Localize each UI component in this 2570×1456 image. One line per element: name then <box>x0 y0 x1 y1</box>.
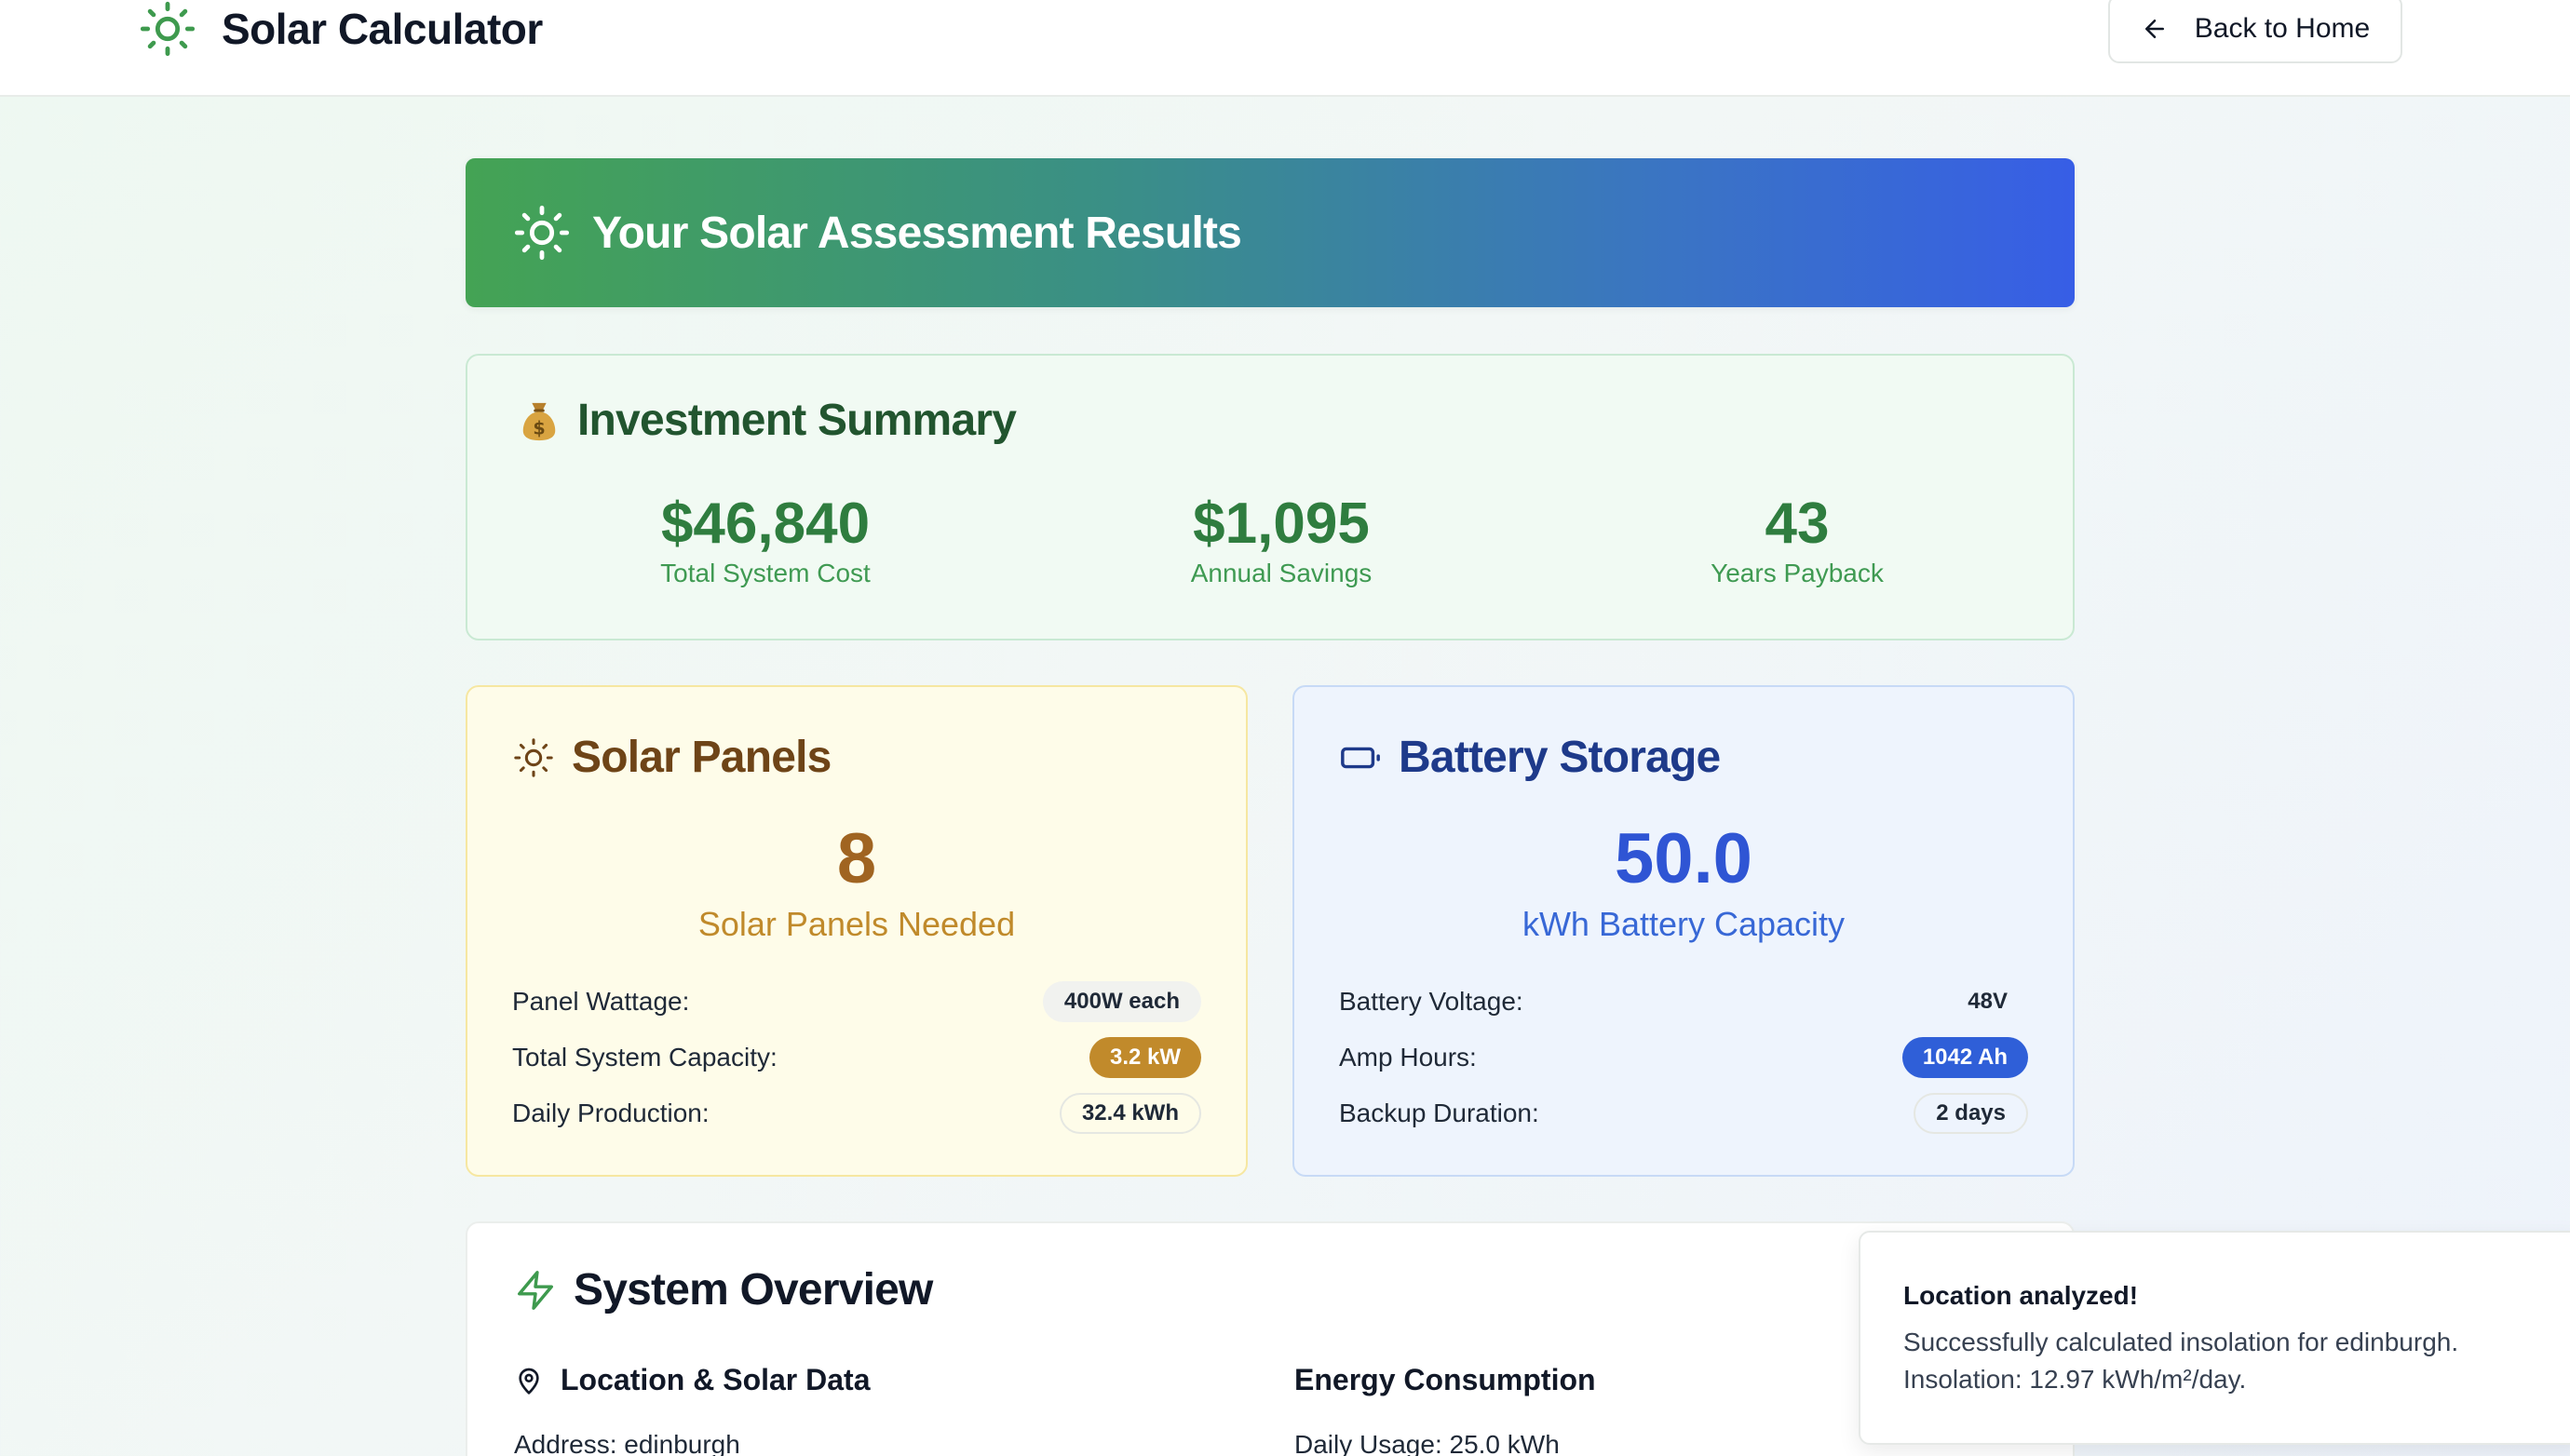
system-overview-card: System Overview Location & Solar Data Ad… <box>466 1221 2075 1456</box>
detail-label: Total System Capacity: <box>512 1043 778 1072</box>
brand[interactable]: Solar Calculator <box>138 0 543 58</box>
detail-label: Daily Production: <box>512 1099 710 1127</box>
location-heading-text: Location & Solar Data <box>561 1363 871 1396</box>
system-overview-header: System Overview <box>514 1264 933 1315</box>
map-pin-icon <box>519 1368 539 1395</box>
amp-hours-badge: 1042 Ah <box>1901 1037 2028 1078</box>
solar-details: Panel Wattage: 400W each Total System Ca… <box>512 974 1201 1141</box>
battery-storage-title: Battery Storage <box>1399 733 1721 782</box>
backup-duration-badge: 2 days <box>1914 1093 2028 1134</box>
detail-label: Battery Voltage: <box>1339 987 1523 1016</box>
stat-value: $1,095 <box>1193 492 1370 556</box>
solar-panels-header: Solar Panels <box>512 732 832 783</box>
sun-icon <box>514 205 570 261</box>
energy-section-heading: Energy Consumption <box>1294 1363 1596 1397</box>
toast-title: Location analyzed! <box>1903 1281 2139 1310</box>
panel-count: 8 <box>836 819 877 898</box>
detail-row: Backup Duration: 2 days <box>1339 1085 2028 1141</box>
daily-usage: Daily Usage: 25.0 kWh <box>1294 1430 1560 1456</box>
battery-storage-header: Battery Storage <box>1339 732 1721 783</box>
system-overview-title: System Overview <box>574 1265 933 1314</box>
toast-notification[interactable]: Location analyzed! Successfully calculat… <box>1859 1231 2570 1445</box>
detail-label: Panel Wattage: <box>512 987 690 1016</box>
stat-value: 43 <box>1765 492 1830 556</box>
money-bag-icon: $ <box>522 402 556 440</box>
stat-value: $46,840 <box>660 492 871 556</box>
battery-capacity-block: 50.0 kWh Battery Capacity <box>1294 817 2073 944</box>
solar-panels-card: Solar Panels 8 Solar Panels Needed Panel… <box>466 685 1248 1177</box>
back-button-label: Back to Home <box>2194 13 2371 44</box>
detail-row: Panel Wattage: 400W each <box>512 974 1201 1030</box>
investment-summary-card: $ Investment Summary $46,840 Total Syste… <box>466 354 2075 640</box>
detail-label: Amp Hours: <box>1339 1043 1477 1072</box>
location-section-heading: Location & Solar Data <box>514 1363 871 1397</box>
detail-row: Total System Capacity: 3.2 kW <box>512 1030 1201 1085</box>
detail-row: Battery Voltage: 48V <box>1339 974 2028 1030</box>
energy-heading-text: Energy Consumption <box>1294 1363 1596 1396</box>
app-title: Solar Calculator <box>222 5 543 53</box>
battery-capacity-label: kWh Battery Capacity <box>1522 905 1846 943</box>
stat-label: Total System Cost <box>660 559 871 587</box>
stat-label: Annual Savings <box>1190 559 1373 587</box>
annual-savings-stat: $1,095 Annual Savings <box>1002 493 1561 588</box>
page-title: Your Solar Assessment Results <box>592 208 1242 258</box>
years-payback-stat: 43 Years Payback <box>1518 493 2076 588</box>
top-bar: Solar Calculator Back to Home <box>0 0 2570 97</box>
panel-count-block: 8 Solar Panels Needed <box>467 817 1246 944</box>
lightning-icon <box>518 1270 553 1310</box>
detail-row: Daily Production: 32.4 kWh <box>512 1085 1201 1141</box>
battery-storage-card: Battery Storage 50.0 kWh Battery Capacit… <box>1292 685 2075 1177</box>
battery-voltage-badge: 48V <box>1968 989 2008 1014</box>
panel-count-label: Solar Panels Needed <box>697 905 1016 943</box>
system-capacity-badge: 3.2 kW <box>1089 1037 1201 1078</box>
total-system-cost-stat: $46,840 Total System Cost <box>486 493 1045 588</box>
results-banner: Your Solar Assessment Results <box>466 158 2075 307</box>
stat-label: Years Payback <box>1711 559 1884 587</box>
back-to-home-button[interactable]: Back to Home <box>2108 0 2402 63</box>
battery-details: Battery Voltage: 48V Amp Hours: 1042 Ah … <box>1339 974 2028 1141</box>
solar-panels-title: Solar Panels <box>572 733 832 782</box>
svg-text:$: $ <box>533 417 545 438</box>
sun-icon <box>138 0 197 59</box>
arrow-left-icon <box>2144 20 2164 38</box>
battery-icon <box>1341 747 1380 768</box>
daily-production-badge: 32.4 kWh <box>1059 1093 1201 1134</box>
toast-message: Successfully calculated insolation for e… <box>1903 1328 2459 1394</box>
investment-summary-title: Investment Summary <box>577 396 1017 445</box>
panel-wattage-badge: 400W each <box>1042 981 1201 1022</box>
detail-row: Amp Hours: 1042 Ah <box>1339 1030 2028 1085</box>
location-address: Address: edinburgh <box>514 1430 740 1456</box>
battery-capacity: 50.0 <box>1615 819 1752 898</box>
detail-label: Backup Duration: <box>1339 1099 1539 1127</box>
investment-summary-header: $ Investment Summary <box>518 395 1017 446</box>
sun-icon <box>514 737 553 777</box>
